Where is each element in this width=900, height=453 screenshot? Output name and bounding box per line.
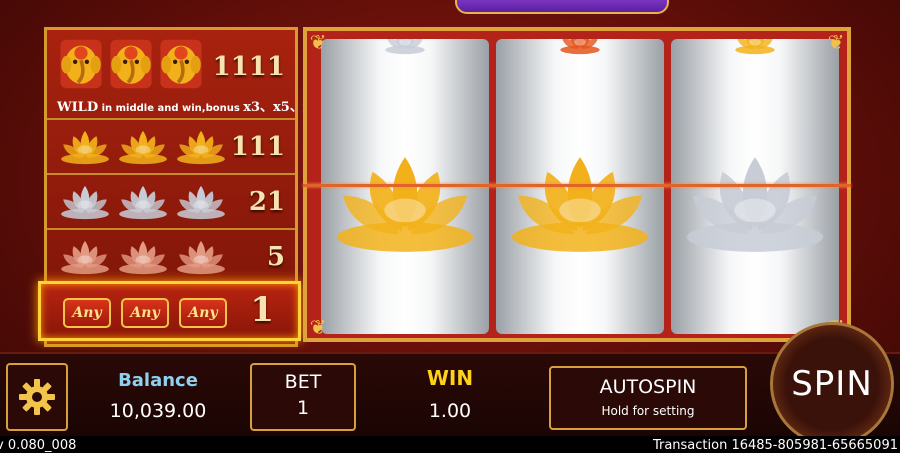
paytable-row-gold: 111 bbox=[47, 120, 295, 175]
ganesha-wild-icon bbox=[59, 38, 103, 90]
version-text: v 0.080_008 bbox=[0, 438, 77, 453]
silver-lotus-icon bbox=[117, 183, 169, 221]
settings-button[interactable] bbox=[6, 363, 68, 431]
paytable-row-silver: 21 bbox=[47, 175, 295, 230]
gear-icon bbox=[19, 379, 55, 415]
ganesha-wild-icon bbox=[109, 38, 153, 90]
payout-gold: 111 bbox=[230, 132, 285, 162]
silver-lotus-icon bbox=[365, 39, 445, 55]
gold-lotus-icon bbox=[59, 128, 111, 166]
gold-lotus-icon bbox=[175, 128, 227, 166]
copper-lotus-icon bbox=[540, 39, 620, 55]
payout-silver: 21 bbox=[248, 187, 285, 217]
balance-label: Balance bbox=[118, 370, 198, 391]
silver-lotus-icon bbox=[175, 183, 227, 221]
bet-label: BET bbox=[284, 371, 322, 393]
gold-lotus-icon bbox=[331, 151, 479, 255]
any-symbol-badge: Any bbox=[179, 298, 227, 328]
payout-wild: 1111 bbox=[212, 52, 285, 82]
gold-lotus-icon bbox=[506, 151, 654, 255]
win-value: 1.00 bbox=[428, 400, 472, 422]
wild-label: WILD bbox=[57, 100, 99, 115]
ganesha-wild-icon bbox=[159, 38, 203, 90]
ornament-corner-icon: ❦ bbox=[309, 315, 327, 339]
autospin-label: AUTOSPIN bbox=[599, 376, 697, 398]
payline bbox=[303, 184, 851, 187]
copper-lotus-icon bbox=[59, 238, 111, 276]
copper-lotus-icon bbox=[117, 238, 169, 276]
paytable-row-any-highlighted: Any Any Any 1 bbox=[38, 281, 301, 341]
paytable-row-copper: 5 bbox=[47, 230, 295, 282]
autospin-hint: Hold for setting bbox=[601, 404, 695, 418]
wild-bonus-desc: in middle and win,bonus bbox=[98, 103, 244, 114]
paytable-row-wild: 1111 WILD in middle and win,bonus x3、x5、… bbox=[47, 30, 320, 120]
payout-copper: 5 bbox=[266, 242, 285, 272]
transaction-text: Transaction 16485-805981-65665091 bbox=[652, 438, 898, 453]
balance-value: 10,039.00 bbox=[109, 400, 207, 422]
copper-lotus-icon bbox=[175, 238, 227, 276]
bet-button[interactable]: BET 1 bbox=[250, 363, 356, 431]
gold-lotus-icon bbox=[117, 128, 169, 166]
control-bar bbox=[0, 352, 900, 438]
silver-lotus-icon bbox=[59, 183, 111, 221]
bet-value: 1 bbox=[296, 397, 310, 419]
ornament-corner-icon: ❦ bbox=[309, 30, 327, 54]
silver-lotus-icon bbox=[681, 151, 829, 255]
gold-lotus-icon bbox=[715, 39, 795, 55]
spin-label: SPIN bbox=[791, 364, 873, 404]
wild-bonus-note: WILD in middle and win,bonus x3、x5、x9 bbox=[57, 96, 320, 115]
spin-button[interactable]: SPIN bbox=[770, 322, 894, 446]
win-label: WIN bbox=[426, 366, 474, 390]
ornament-corner-icon: ❦ bbox=[827, 30, 845, 54]
any-symbol-badge: Any bbox=[63, 298, 111, 328]
autospin-button[interactable]: AUTOSPIN Hold for setting bbox=[549, 366, 747, 430]
payout-any: 1 bbox=[250, 290, 274, 330]
any-symbol-badge: Any bbox=[121, 298, 169, 328]
title-banner bbox=[455, 0, 669, 14]
